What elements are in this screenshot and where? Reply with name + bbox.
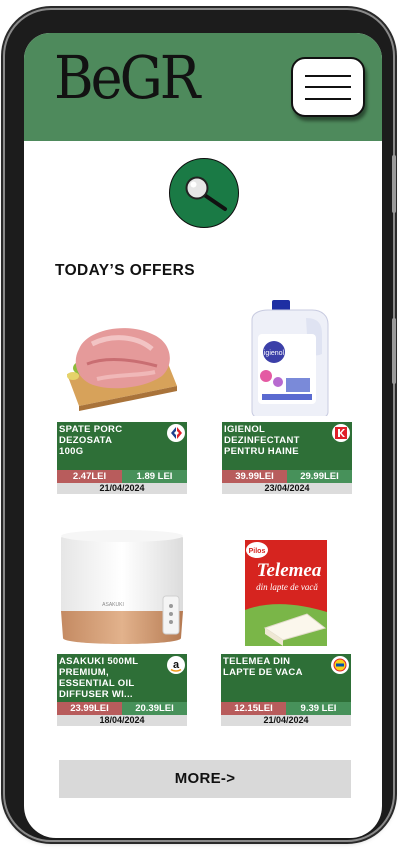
offer-name: TELEMEA DIN LAPTE DE VACA xyxy=(223,656,303,678)
lidl-logo-icon xyxy=(331,656,349,674)
product-image: Pilos Telemea din lapte de vacă xyxy=(221,526,351,648)
power-button xyxy=(392,318,396,384)
offer-name: SPATE PORC DEZOSATA 100G xyxy=(59,424,123,457)
product-image xyxy=(57,294,187,416)
offer-date: 21/04/2024 xyxy=(221,715,351,726)
offer-info: SPATE PORC DEZOSATA 100G xyxy=(57,422,187,470)
price-row: 23.99LEI 20.39LEI xyxy=(57,702,187,715)
svg-text:Telemea: Telemea xyxy=(257,560,322,581)
svg-text:a: a xyxy=(173,659,180,671)
new-price: 9.39 LEI xyxy=(286,702,351,715)
old-price: 2.47LEI xyxy=(57,470,122,483)
price-row: 12.15LEI 9.39 LEI xyxy=(221,702,351,715)
offer-name: IGIENOL DEZINFECTANT PENTRU HAINE xyxy=(224,424,300,457)
hamburger-icon-line xyxy=(305,98,351,100)
menu-button[interactable] xyxy=(291,57,365,117)
new-price: 29.99LEI xyxy=(287,470,352,483)
carrefour-logo-icon xyxy=(167,424,185,442)
hamburger-icon-line xyxy=(305,86,351,88)
svg-text:Pilos: Pilos xyxy=(249,548,266,555)
old-price: 39.99LEI xyxy=(222,470,287,483)
offer-date: 23/04/2024 xyxy=(222,483,352,494)
offer-info: ASAKUKI 500ML PREMIUM, ESSENTIAL OIL DIF… xyxy=(57,654,187,702)
more-button[interactable]: MORE-> xyxy=(59,760,351,798)
new-price: 1.89 LEI xyxy=(122,470,187,483)
amazon-logo-icon: a xyxy=(167,656,185,674)
old-price: 12.15LEI xyxy=(221,702,286,715)
product-image: ASAKUKI xyxy=(57,526,187,648)
kaufland-logo-icon xyxy=(332,424,350,442)
offer-date: 18/04/2024 xyxy=(57,715,187,726)
svg-text:ASAKUKI: ASAKUKI xyxy=(102,602,124,608)
old-price: 23.99LEI xyxy=(57,702,122,715)
offer-info: IGIENOL DEZINFECTANT PENTRU HAINE xyxy=(222,422,352,470)
svg-text:igienol: igienol xyxy=(264,350,285,357)
price-row: 39.99LEI 29.99LEI xyxy=(222,470,352,483)
hamburger-icon xyxy=(305,75,351,77)
section-title: TODAY’S OFFERS xyxy=(55,262,195,279)
phone-frame: BeGR TODAY’S OFFERS SPATE PORC DEZOSATA … xyxy=(5,10,393,840)
offer-name: ASAKUKI 500ML PREMIUM, ESSENTIAL OIL DIF… xyxy=(59,656,139,700)
new-price: 20.39LEI xyxy=(122,702,187,715)
offer-info: TELEMEA DIN LAPTE DE VACA xyxy=(221,654,351,702)
app-header: BeGR xyxy=(24,33,382,141)
price-row: 2.47LEI 1.89 LEI xyxy=(57,470,187,483)
app-screen: BeGR TODAY’S OFFERS SPATE PORC DEZOSATA … xyxy=(24,33,382,838)
search-icon xyxy=(185,176,227,211)
search-button[interactable] xyxy=(169,158,239,228)
volume-button xyxy=(392,155,396,213)
offer-date: 21/04/2024 xyxy=(57,483,187,494)
svg-text:din lapte de vacă: din lapte de vacă xyxy=(256,582,318,592)
product-image: igienol xyxy=(222,294,352,419)
brand-logo[interactable]: BeGR xyxy=(54,48,200,107)
